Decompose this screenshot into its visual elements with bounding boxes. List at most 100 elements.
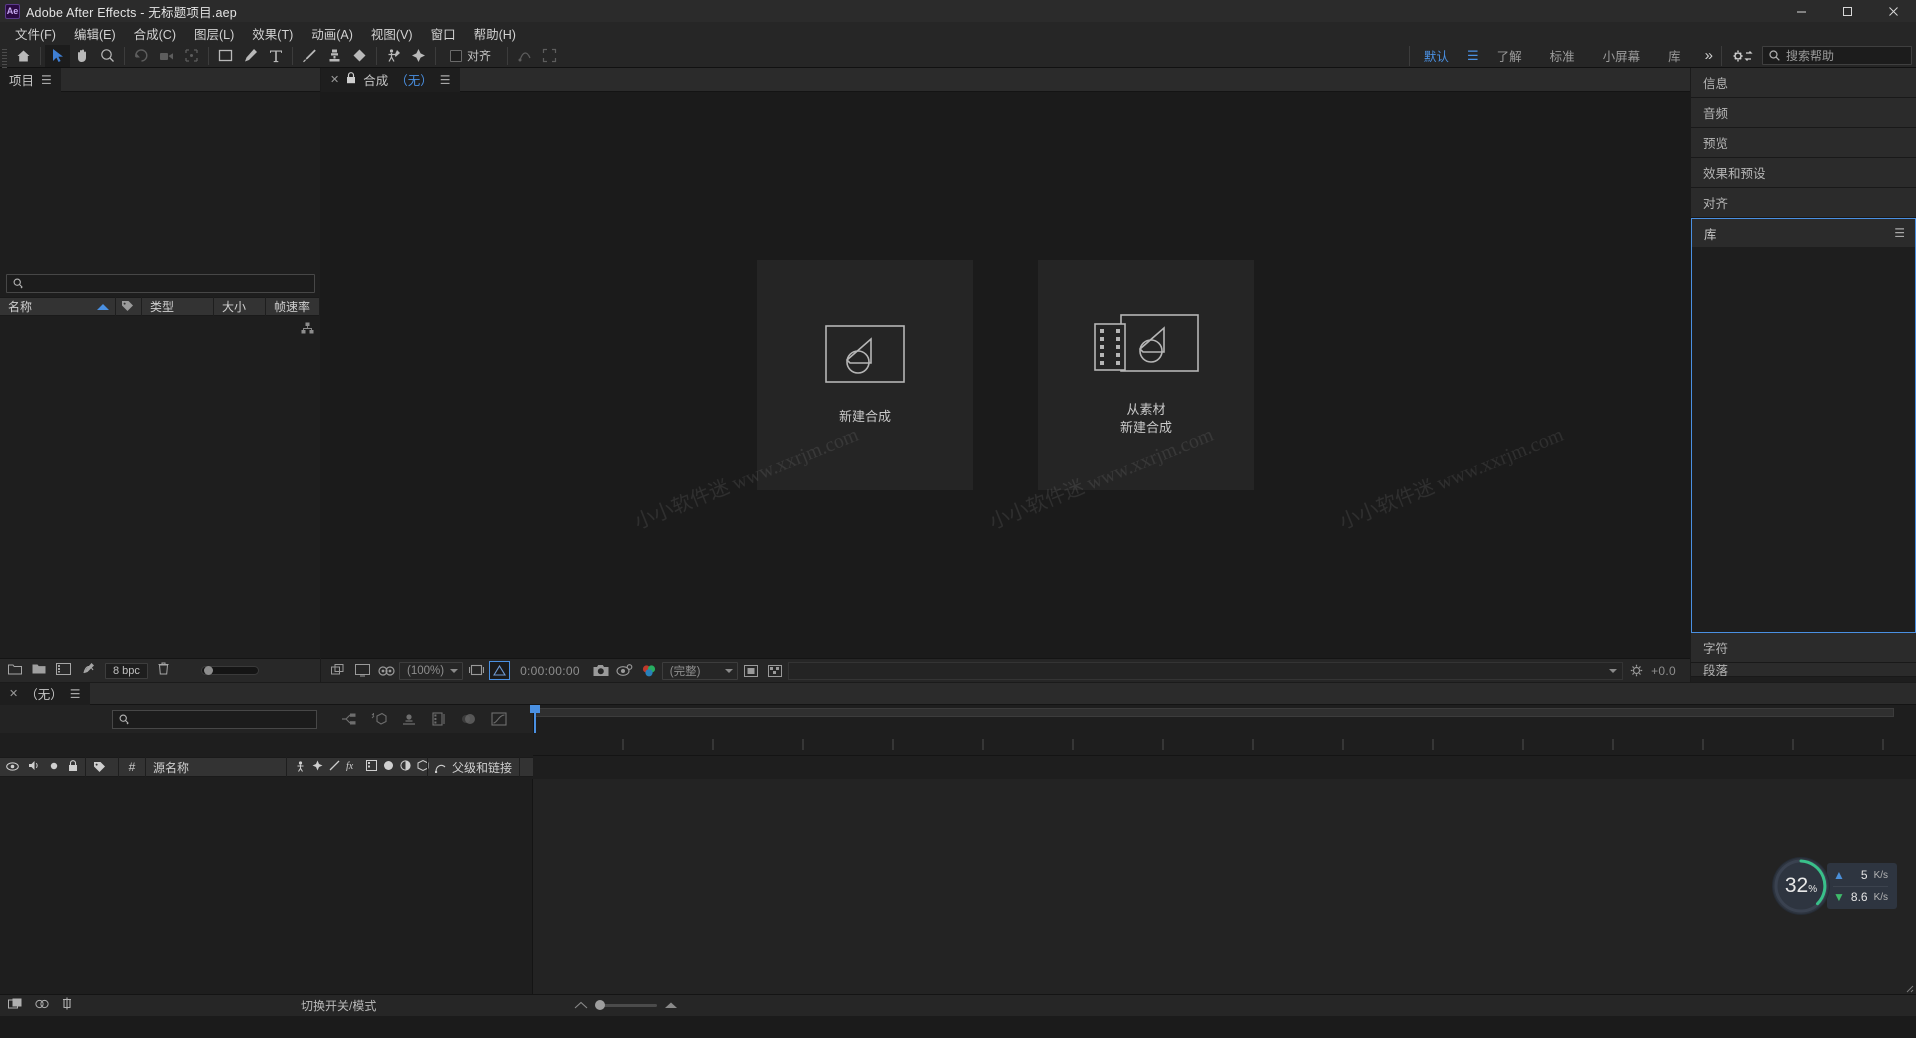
menu-file[interactable]: 文件(F) — [6, 22, 65, 45]
expand-canvas-icon[interactable] — [537, 45, 562, 67]
align-to-path-icon[interactable] — [512, 45, 537, 67]
motion-blur-icon[interactable] — [460, 709, 478, 729]
column-index[interactable]: # — [119, 757, 145, 777]
library-panel-header[interactable]: 库 ☰ — [1692, 219, 1915, 247]
dock-tab-paragraph[interactable]: 段落 — [1691, 663, 1916, 677]
column-source-name[interactable]: 源名称 — [146, 757, 286, 777]
workspace-overflow-icon[interactable]: » — [1695, 47, 1721, 64]
menu-help[interactable]: 帮助(H) — [465, 22, 525, 45]
workspace-learn[interactable]: 了解 — [1483, 43, 1536, 68]
current-timecode[interactable]: 0:00:00:00 — [512, 664, 588, 678]
toggle-switches-modes-label[interactable]: 切换开关/模式 — [301, 997, 376, 1014]
resolution-select[interactable]: (完整) — [661, 661, 738, 680]
puppet-pin-tool-icon[interactable] — [406, 45, 431, 67]
search-help-input[interactable]: 搜索帮助 — [1762, 46, 1912, 65]
timeline-track-area[interactable] — [533, 779, 1916, 994]
fast-previews-icon[interactable] — [740, 661, 762, 681]
menu-composition[interactable]: 合成(C) — [125, 22, 185, 45]
clone-stamp-tool-icon[interactable] — [322, 45, 347, 67]
timeline-zoom-control[interactable] — [574, 1000, 678, 1010]
library-panel-menu-icon[interactable]: ☰ — [1894, 227, 1905, 239]
shape-tool-icon[interactable] — [213, 45, 238, 67]
resize-handle-icon[interactable] — [1902, 980, 1914, 993]
project-zoom-slider[interactable] — [200, 666, 259, 675]
graph-editor-icon[interactable] — [490, 709, 508, 729]
column-type[interactable]: 类型 — [142, 297, 214, 316]
draft-3d-icon[interactable] — [370, 709, 388, 729]
flowchart-icon[interactable] — [301, 322, 314, 340]
speaker-icon[interactable] — [28, 760, 40, 774]
column-name[interactable]: 名称 — [0, 297, 116, 316]
toggle-switches-modes-icon[interactable] — [8, 997, 23, 1015]
transparency-grid-icon[interactable] — [764, 661, 786, 681]
enable-frame-blending-icon[interactable] — [35, 997, 49, 1015]
timeline-panel-menu-icon[interactable]: ☰ — [70, 688, 81, 700]
folder-icon[interactable] — [32, 662, 46, 680]
new-folder-icon[interactable] — [8, 662, 22, 680]
roto-brush-tool-icon[interactable] — [381, 45, 406, 67]
adjustment-icon[interactable] — [400, 760, 411, 774]
collapse-icon[interactable] — [312, 760, 323, 774]
snap-toggle[interactable]: 对齐 — [450, 47, 491, 64]
interpret-footage-icon[interactable] — [81, 662, 95, 680]
sync-settings-icon[interactable] — [1730, 47, 1756, 65]
timeline-search-input[interactable] — [112, 710, 317, 729]
close-icon[interactable]: ✕ — [9, 687, 18, 700]
eye-icon[interactable] — [6, 760, 19, 774]
camera-tool-icon[interactable] — [154, 45, 179, 67]
frame-blend-icon[interactable] — [366, 760, 377, 774]
column-label-tag[interactable] — [86, 757, 118, 777]
tab-timeline[interactable]: ✕ （无） ☰ — [0, 682, 90, 705]
rotation-tool-icon[interactable] — [129, 45, 154, 67]
resolution-region-icon[interactable] — [465, 661, 487, 681]
composition-panel-menu-icon[interactable]: ☰ — [440, 74, 451, 86]
zoom-tool-icon[interactable] — [95, 45, 120, 67]
exposure-value[interactable]: +0.0 — [1649, 664, 1684, 678]
composition-mini-flowchart-icon[interactable] — [340, 709, 358, 729]
dock-tab-effects-presets[interactable]: 效果和预设 — [1691, 158, 1916, 188]
timeline-zoom-slider[interactable] — [595, 1000, 658, 1010]
workspace-library[interactable]: 库 — [1654, 43, 1695, 68]
tab-composition[interactable]: ✕ 合成 （无） ☰ — [321, 67, 460, 92]
close-button[interactable] — [1870, 0, 1916, 22]
lock-icon[interactable] — [346, 72, 356, 87]
shy-icon[interactable] — [295, 760, 306, 775]
tab-project[interactable]: 项目 ☰ — [0, 67, 61, 92]
menu-edit[interactable]: 编辑(E) — [65, 22, 125, 45]
project-search-input[interactable] — [6, 274, 315, 293]
snap-checkbox[interactable] — [450, 49, 462, 62]
fx-icon[interactable]: fx — [346, 760, 360, 774]
delete-icon[interactable] — [158, 662, 169, 680]
project-panel-menu-icon[interactable]: ☰ — [41, 74, 52, 86]
enable-motion-blur-icon[interactable] — [61, 997, 73, 1015]
selection-tool-icon[interactable] — [45, 44, 70, 67]
exposure-reset-icon[interactable] — [1625, 661, 1647, 681]
brush-tool-icon[interactable] — [297, 45, 322, 67]
composition-viewer[interactable]: 新建合成 从素材 新建合成 小小软件迷 www.xxrjm.com 小小软件迷 … — [321, 92, 1690, 658]
always-preview-icon[interactable] — [327, 661, 349, 681]
type-tool-icon[interactable] — [263, 45, 288, 67]
dock-tab-audio[interactable]: 音频 — [1691, 98, 1916, 128]
view-mode-icon[interactable] — [351, 661, 373, 681]
home-icon[interactable] — [11, 45, 36, 67]
library-panel-body[interactable] — [1692, 247, 1915, 632]
timeline-ruler[interactable] — [530, 705, 1916, 733]
workspace-default[interactable]: 默认 — [1410, 43, 1463, 68]
quality-icon[interactable] — [329, 760, 340, 774]
snapshot-icon[interactable] — [590, 661, 612, 681]
channel-select-icon[interactable] — [638, 661, 660, 681]
frame-blending-icon[interactable] — [430, 709, 448, 729]
solo-icon[interactable] — [49, 760, 59, 774]
project-item-list[interactable] — [0, 316, 320, 682]
pen-tool-icon[interactable] — [238, 45, 263, 67]
region-of-interest-icon[interactable] — [489, 661, 511, 680]
magnification-select[interactable]: (100%) — [399, 661, 464, 680]
show-snapshot-icon[interactable] — [614, 661, 636, 681]
eraser-tool-icon[interactable] — [347, 45, 372, 67]
menu-window[interactable]: 窗口 — [422, 22, 465, 45]
column-parent-and-link[interactable]: 父级和链接 — [428, 757, 519, 777]
workspace-small-screen[interactable]: 小屏幕 — [1589, 43, 1655, 68]
3d-renderer-select[interactable] — [787, 661, 1624, 680]
dock-tab-align[interactable]: 对齐 — [1691, 188, 1916, 218]
workspace-menu-icon[interactable]: ☰ — [1463, 48, 1483, 64]
